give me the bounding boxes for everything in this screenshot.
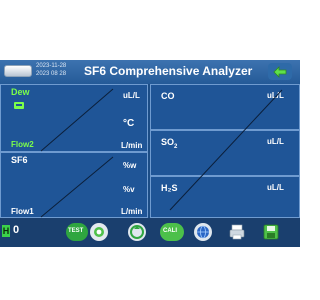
co-unit: uL/L	[267, 91, 284, 100]
sf6-unit-weight: %w	[123, 161, 137, 170]
bottom-toolbar: H 0 TEST CALI	[0, 218, 300, 247]
so2-label: SO2	[161, 137, 178, 150]
flow2-label: Flow2	[11, 140, 34, 149]
date-line-1: 2023-11-28	[36, 63, 67, 69]
calibration-button[interactable]: CALI	[160, 223, 184, 241]
date-line-2: 2023 08 28	[36, 71, 67, 77]
h2s-unit: uL/L	[267, 183, 284, 192]
co-label: CO	[161, 91, 175, 101]
flow1-unit: L/min	[121, 207, 143, 216]
dew-label: Dew	[11, 87, 30, 97]
so2-unit: uL/L	[267, 137, 284, 146]
sf6-unit-volume: %v	[123, 185, 135, 194]
h-indicator: H	[2, 225, 10, 237]
globe-button[interactable]	[194, 223, 212, 241]
save-button[interactable]	[262, 223, 280, 241]
device-logo	[4, 65, 32, 77]
flow1-label: Flow1	[11, 207, 34, 216]
cali-label: CALI	[163, 228, 177, 234]
flow2-unit: L/min	[121, 141, 143, 150]
page-title: SF6 Comprehensive Analyzer	[84, 64, 253, 78]
title-bar: 2023-11-28 2023 08 28 SF6 Comprehensive …	[0, 60, 300, 84]
sf6-label: SF6	[11, 155, 28, 165]
test-status-icon	[94, 227, 104, 237]
back-button[interactable]	[268, 63, 292, 80]
h2s-panel: H₂S uL/L	[150, 176, 300, 218]
globe-icon	[197, 225, 209, 239]
dew-sensor-icon	[14, 102, 24, 109]
sf6-panel: SF6 %w %v Flow1 L/min	[0, 152, 148, 218]
dew-unit-ppm: uL/L	[123, 91, 140, 100]
print-button[interactable]	[228, 223, 246, 241]
back-arrow-icon	[273, 66, 287, 78]
printer-icon	[229, 224, 245, 240]
h-value: 0	[13, 224, 20, 236]
dew-unit-temp: °C	[123, 118, 135, 129]
h2s-label: H₂S	[161, 183, 178, 193]
recycle-button[interactable]	[128, 223, 146, 241]
test-label: TEST	[68, 228, 84, 234]
save-icon	[263, 224, 279, 240]
test-button[interactable]: TEST	[66, 223, 88, 241]
so2-panel: SO2 uL/L	[150, 130, 300, 176]
recycle-icon	[130, 225, 144, 239]
test-start-button[interactable]	[90, 223, 108, 241]
dew-panel: Dew uL/L °C Flow2 L/min	[0, 84, 148, 152]
co-panel: CO uL/L	[150, 84, 300, 130]
analyzer-screen: 2023-11-28 2023 08 28 SF6 Comprehensive …	[0, 60, 300, 247]
